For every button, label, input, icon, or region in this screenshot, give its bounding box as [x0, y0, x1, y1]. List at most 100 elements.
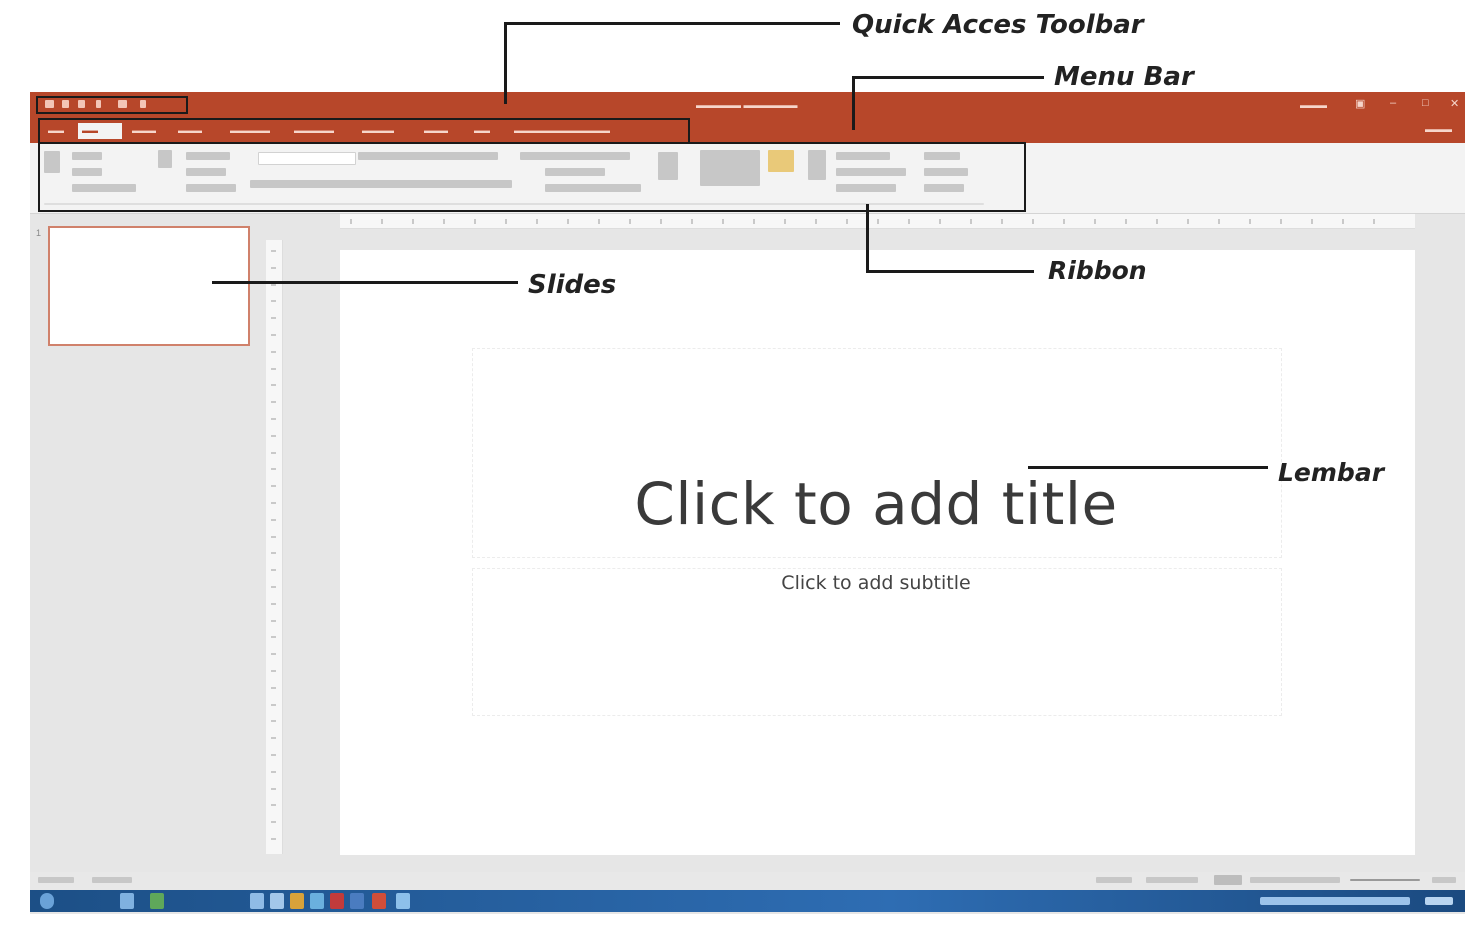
ruler-tick [271, 720, 276, 723]
ruler-tick [536, 219, 538, 224]
taskbar-app-icon[interactable] [270, 893, 284, 909]
taskbar-app-icon[interactable] [290, 893, 304, 909]
start-icon[interactable] [40, 893, 54, 909]
qat-annotation-label: Quick Acces Toolbar [852, 10, 1144, 40]
ruler-tick [271, 518, 276, 521]
ruler-tick [271, 552, 276, 555]
ribbon-callout-line [866, 270, 1034, 273]
zoom-level[interactable] [1432, 877, 1456, 883]
ruler-tick [271, 653, 276, 656]
ruler-tick [474, 219, 476, 224]
ruler-tick [1342, 219, 1344, 224]
ruler-tick [1280, 219, 1282, 224]
close-icon[interactable]: ✕ [1450, 97, 1459, 110]
slides-callout-line [212, 281, 518, 284]
ribbon-annotation-label: Ribbon [1048, 256, 1147, 285]
ribbon-callout-line [866, 204, 869, 272]
ruler-tick [271, 434, 276, 437]
ruler-tick [660, 219, 662, 224]
taskbar-app-icon[interactable] [372, 893, 386, 909]
ruler-tick [691, 219, 693, 224]
ruler-tick [877, 219, 879, 224]
minimize-icon[interactable]: – [1390, 97, 1396, 109]
ruler-tick [271, 250, 276, 252]
qat-callout-line [504, 22, 507, 104]
ruler-tick [271, 535, 276, 538]
subtitle-placeholder-text[interactable]: Click to add subtitle [472, 572, 1280, 594]
share-button[interactable]: ▬▬▬ [1425, 124, 1452, 134]
taskbar [30, 890, 1465, 912]
view-buttons-extra[interactable] [1250, 877, 1340, 883]
ruler-tick [1218, 219, 1220, 224]
ruler-tick [939, 219, 941, 224]
ruler-tick [629, 219, 631, 224]
ruler-tick [567, 219, 569, 224]
ruler-tick [1187, 219, 1189, 224]
ruler-tick [271, 754, 276, 756]
user-account[interactable]: ▬▬▬ [1300, 100, 1327, 110]
ruler-tick [722, 219, 724, 224]
ruler-tick [815, 219, 817, 224]
ruler-tick [271, 300, 276, 303]
ruler-tick [1156, 219, 1158, 224]
taskbar-app-icon[interactable] [120, 893, 134, 909]
powerpoint-taskbar-icon[interactable] [330, 893, 344, 909]
ruler-tick [271, 770, 276, 773]
ruler-tick [753, 219, 755, 224]
window-title: ▬▬▬▬▬ ▬▬▬▬▬▬ [696, 100, 798, 110]
taskbar-app-icon[interactable] [396, 893, 410, 909]
ruler-tick [271, 418, 276, 420]
ruler-tick [908, 219, 910, 224]
ruler-tick [350, 219, 352, 224]
ruler-tick [271, 266, 276, 269]
notes-button[interactable] [1096, 877, 1132, 883]
taskbar-app-icon[interactable] [350, 893, 364, 909]
ruler-tick [271, 350, 276, 353]
clock [1425, 897, 1453, 905]
view-buttons[interactable] [1214, 875, 1242, 885]
ruler-tick [271, 451, 276, 454]
ruler-tick [271, 367, 276, 370]
taskbar-app-icon[interactable] [150, 893, 164, 909]
zoom-slider[interactable] [1350, 879, 1420, 881]
ruler-tick [271, 569, 276, 572]
menu-callout-line [852, 76, 1044, 79]
ruler-tick [1032, 219, 1034, 224]
slide-number: 1 [36, 228, 42, 238]
slide-count-status [38, 877, 74, 883]
comments-button[interactable] [1146, 877, 1198, 883]
ruler-tick [784, 219, 786, 224]
ruler-tick [271, 686, 276, 689]
ruler-tick [271, 737, 276, 740]
ruler-tick [271, 838, 276, 840]
taskbar-app-icon[interactable] [250, 893, 264, 909]
ruler-tick [271, 703, 276, 706]
menu-bar-annotation-label: Menu Bar [1054, 62, 1194, 92]
vertical-ruler [266, 240, 283, 854]
ruler-tick [271, 787, 276, 790]
title-placeholder-text[interactable]: Click to add title [472, 470, 1280, 538]
maximize-icon[interactable]: □ [1422, 97, 1429, 109]
ruler-tick [271, 283, 276, 286]
ruler-tick [271, 401, 276, 404]
taskbar-app-icon[interactable] [310, 893, 324, 909]
ruler-tick [271, 804, 276, 807]
language-status [92, 877, 132, 883]
ruler-tick [1311, 219, 1313, 224]
slide-thumbnail[interactable] [48, 226, 250, 346]
ruler-tick [381, 219, 383, 224]
system-tray[interactable] [1260, 897, 1410, 905]
ruler-tick [271, 384, 276, 387]
menu-bar-highlight-box [38, 118, 690, 144]
ruler-tick [271, 468, 276, 471]
menu-callout-line [852, 76, 855, 130]
ruler-tick [271, 586, 276, 588]
ribbon-display-icon[interactable]: ▣ [1355, 97, 1365, 110]
ruler-tick [271, 619, 276, 622]
ruler-tick [846, 219, 848, 224]
ruler-tick [271, 334, 276, 336]
ruler-tick [271, 485, 276, 488]
ruler-tick [412, 219, 414, 224]
ribbon-highlight-box [38, 142, 1026, 212]
ruler-tick [271, 502, 276, 504]
